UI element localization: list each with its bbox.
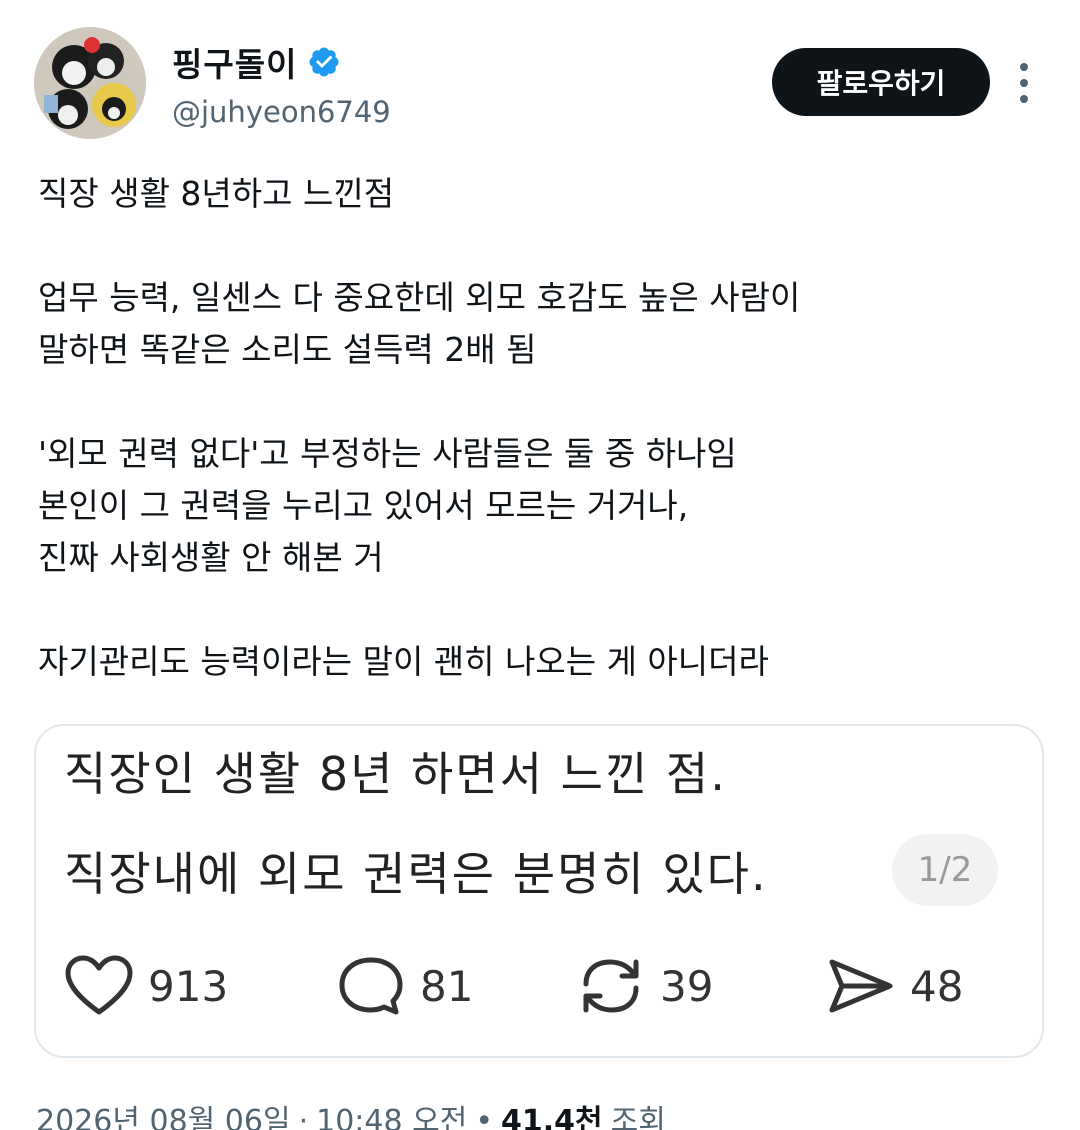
embedded-text-line: 직장인 생활 8년 하면서 느낀 점. bbox=[64, 747, 727, 801]
avatar[interactable] bbox=[34, 27, 146, 139]
views-count: 41.4천 bbox=[501, 1104, 603, 1130]
follow-button[interactable]: 팔로우하기 bbox=[772, 48, 990, 116]
comment-count: 81 bbox=[420, 961, 474, 1011]
tweet-line: 업무 능력, 일센스 다 중요한데 외모 호감도 높은 사람이 bbox=[38, 278, 801, 317]
author-handle[interactable]: @juhyeon6749 bbox=[172, 95, 391, 129]
views-label: 조회 bbox=[610, 1104, 666, 1130]
page-indicator: 1/2 bbox=[892, 834, 998, 906]
display-name[interactable]: 핑구돌이 bbox=[172, 38, 297, 86]
share-count: 48 bbox=[910, 961, 964, 1011]
tweet-line: 직장 생활 8년하고 느낀점 bbox=[38, 174, 395, 213]
tweet-line: '외모 권력 없다'고 부정하는 사람들은 둘 중 하나임 bbox=[38, 434, 737, 473]
repost-action: 39 bbox=[576, 950, 713, 1022]
heart-icon bbox=[65, 955, 133, 1015]
post-time[interactable]: 10:48 오전 bbox=[316, 1096, 467, 1130]
comment-icon bbox=[339, 957, 403, 1015]
tweet-page: 핑구돌이 @juhyeon6749 팔로우하기 직장 생활 8년하고 느낀점 업… bbox=[0, 0, 1080, 1130]
post-meta: 2026년 08월 06일 · 10:48 오전 • 41.4천 조회 bbox=[36, 1096, 666, 1130]
post-date[interactable]: 2026년 08월 06일 bbox=[36, 1096, 291, 1130]
repost-count: 39 bbox=[660, 961, 714, 1011]
share-action: 48 bbox=[826, 950, 963, 1022]
tweet-line: 본인이 그 권력을 누리고 있어서 모르는 거거나, bbox=[38, 486, 689, 525]
more-vertical-icon[interactable] bbox=[1004, 60, 1044, 106]
comment-action: 81 bbox=[336, 950, 473, 1022]
send-icon bbox=[829, 959, 893, 1013]
meta-separator: · bbox=[298, 1104, 309, 1130]
meta-bullet: • bbox=[475, 1104, 494, 1130]
more-dot bbox=[1020, 79, 1028, 87]
avatar-image bbox=[34, 27, 146, 139]
like-action: 913 bbox=[64, 950, 228, 1022]
embedded-action-bar: 913 81 39 48 bbox=[36, 950, 1042, 1022]
embedded-image-card[interactable]: 직장인 생활 8년 하면서 느낀 점. 직장내에 외모 권력은 분명히 있다. … bbox=[34, 724, 1044, 1058]
tweet-text: 직장 생활 8년하고 느낀점 업무 능력, 일센스 다 중요한데 외모 호감도 … bbox=[38, 168, 1048, 688]
embedded-text-line: 직장내에 외모 권력은 분명히 있다. bbox=[64, 847, 768, 901]
author-name-row: 핑구돌이 bbox=[172, 38, 341, 86]
like-count: 913 bbox=[148, 961, 229, 1011]
repost-icon bbox=[583, 959, 639, 1013]
verified-badge-icon bbox=[309, 47, 339, 77]
tweet-line: 자기관리도 능력이라는 말이 괜히 나오는 게 아니더라 bbox=[38, 642, 769, 681]
more-dot bbox=[1020, 63, 1028, 71]
tweet-line: 진짜 사회생활 안 해본 거 bbox=[38, 538, 384, 577]
tweet-line: 말하면 똑같은 소리도 설득력 2배 됨 bbox=[38, 330, 537, 369]
more-dot bbox=[1020, 95, 1028, 103]
